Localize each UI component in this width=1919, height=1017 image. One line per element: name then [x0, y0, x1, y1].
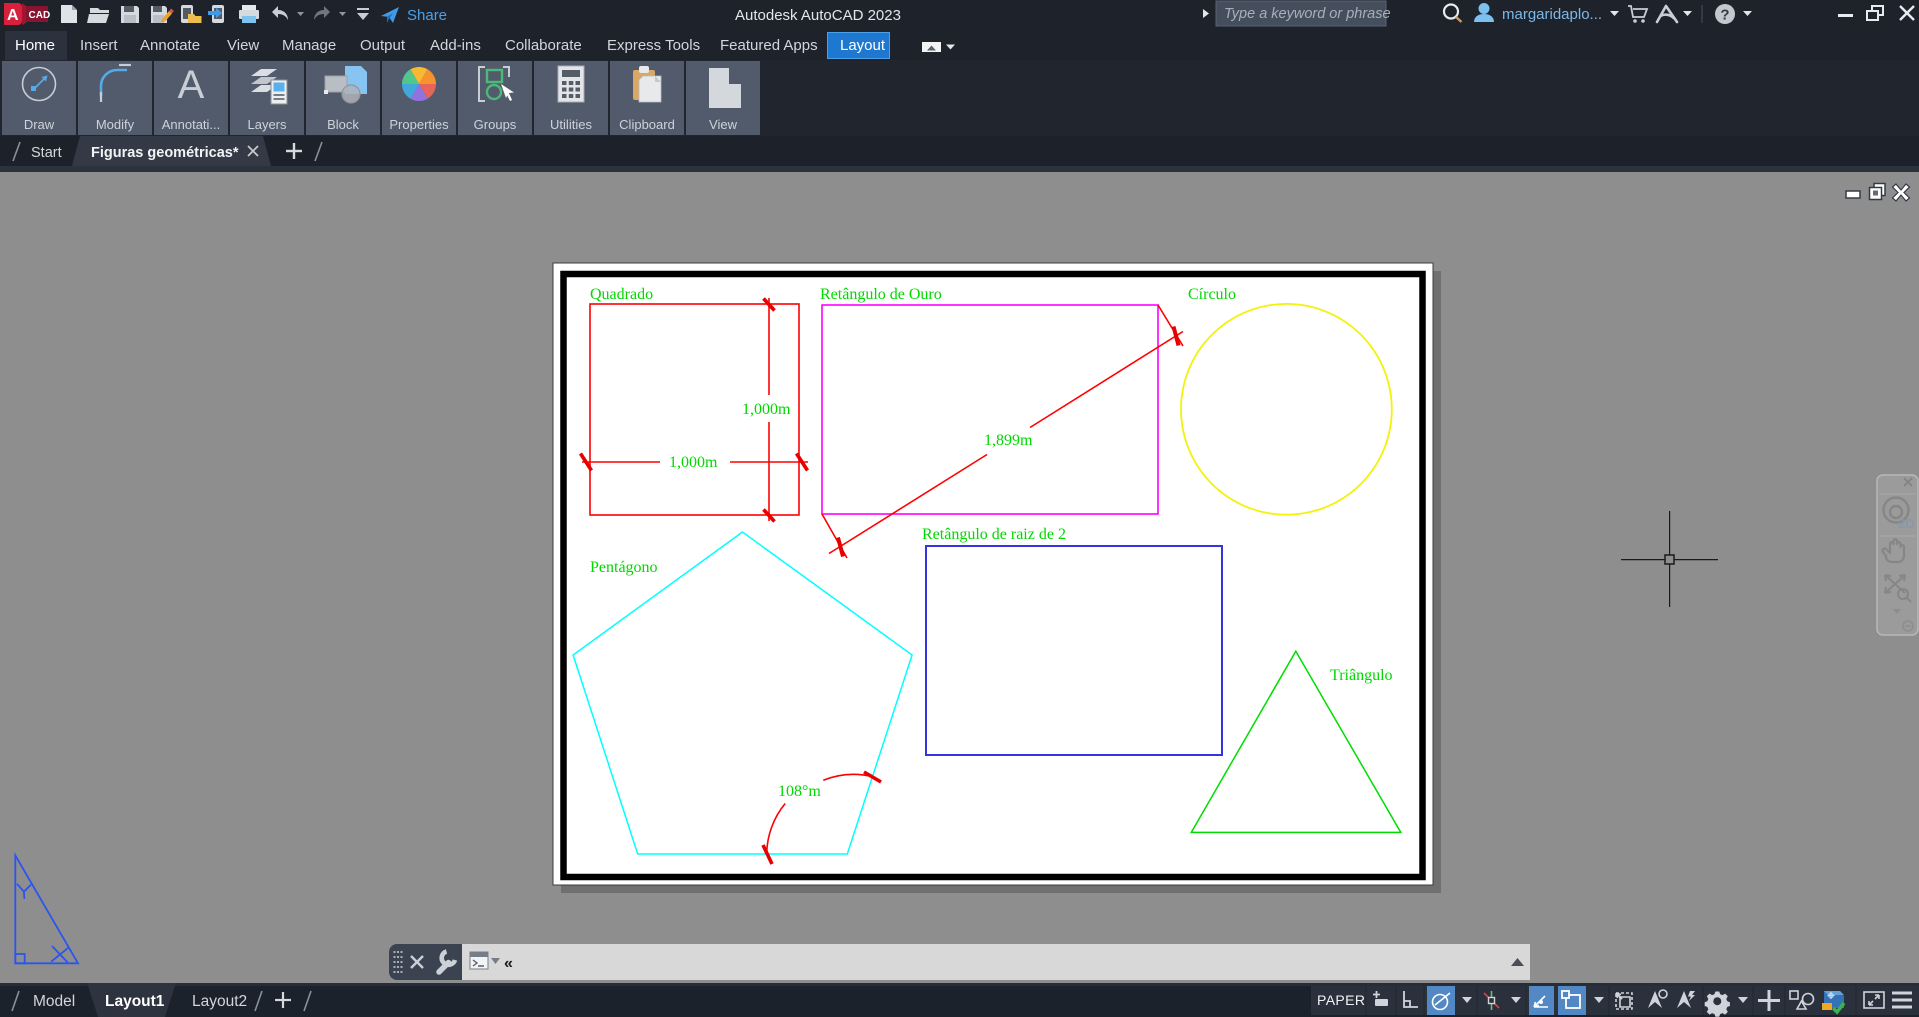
svg-text:«: «: [504, 955, 513, 972]
svg-text:A: A: [7, 7, 19, 24]
svg-text:2D: 2D: [1898, 516, 1915, 531]
svg-text:Retângulo de raiz de 2: Retângulo de raiz de 2: [922, 526, 1066, 543]
svg-text:Autodesk AutoCAD 2023: Autodesk AutoCAD 2023: [735, 7, 901, 24]
svg-text:Start: Start: [31, 145, 62, 161]
svg-text:Model: Model: [33, 993, 75, 1010]
svg-text:1,000m: 1,000m: [742, 401, 791, 418]
svg-text:Figuras geométricas*: Figuras geométricas*: [91, 145, 239, 161]
svg-text:margaridaplo...: margaridaplo...: [1502, 6, 1602, 23]
svg-text:1,899m: 1,899m: [984, 432, 1033, 449]
svg-text:Círculo: Círculo: [1188, 286, 1236, 303]
svg-text:Type a keyword or phrase: Type a keyword or phrase: [1224, 6, 1391, 22]
svg-text:1,000m: 1,000m: [669, 454, 718, 471]
svg-text:Layout1: Layout1: [105, 993, 165, 1010]
svg-text:PAPER: PAPER: [1317, 992, 1365, 1008]
svg-text:Triângulo: Triângulo: [1330, 667, 1393, 684]
svg-text:Pentágono: Pentágono: [590, 559, 658, 576]
svg-text:A: A: [178, 63, 205, 107]
svg-text:Layout2: Layout2: [192, 993, 247, 1010]
svg-text:Share: Share: [407, 7, 447, 24]
svg-text:Quadrado: Quadrado: [590, 286, 653, 303]
svg-text:108°m: 108°m: [778, 783, 821, 800]
svg-text:Retângulo de Ouro: Retângulo de Ouro: [820, 286, 942, 303]
svg-text:?: ?: [1720, 7, 1729, 24]
svg-text:CAD: CAD: [29, 10, 51, 21]
